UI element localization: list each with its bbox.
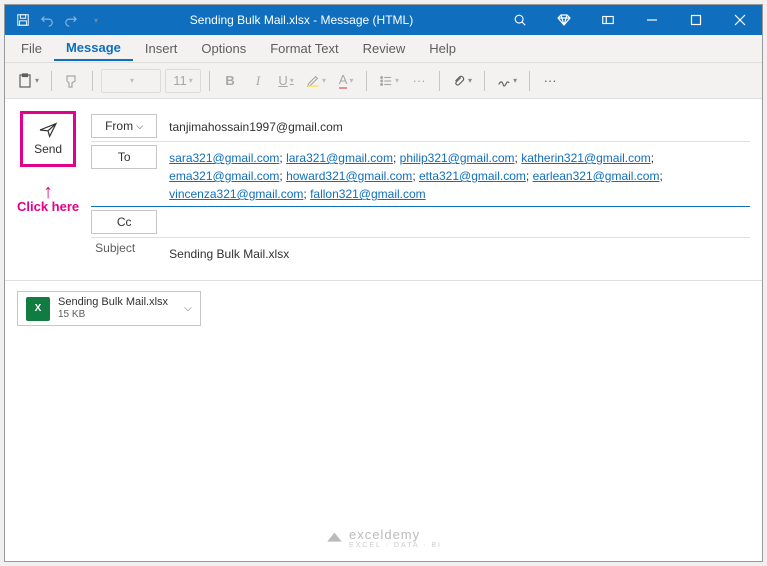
font-size-dropdown[interactable]: 11 <box>165 69 201 93</box>
annotation-click-here: Click here <box>17 185 79 214</box>
watermark: exceldemy EXCEL · DATA · BI <box>325 527 442 549</box>
ribbon-mode-icon[interactable] <box>586 5 630 35</box>
excel-file-icon: X <box>26 297 50 321</box>
save-icon[interactable] <box>13 10 33 30</box>
recipient-link[interactable]: howard321@gmail.com <box>286 169 412 183</box>
qat-dropdown-icon[interactable] <box>85 10 105 30</box>
underline-button[interactable]: U <box>274 69 298 93</box>
recipient-link[interactable]: sara321@gmail.com <box>169 151 279 165</box>
bold-button[interactable]: B <box>218 69 242 93</box>
send-button[interactable]: Send <box>20 111 76 167</box>
italic-button[interactable]: I <box>246 69 270 93</box>
search-icon[interactable] <box>498 5 542 35</box>
toolbar-ellipsis-2[interactable]: ··· <box>538 69 562 93</box>
recipient-link[interactable]: ema321@gmail.com <box>169 169 279 183</box>
from-value: tanjimahossain1997@gmail.com <box>169 114 750 136</box>
close-icon[interactable] <box>718 5 762 35</box>
tab-file[interactable]: File <box>9 37 54 60</box>
chevron-down-icon[interactable]: ⌵ <box>184 303 192 314</box>
cc-field[interactable] <box>169 210 750 214</box>
compose-header: Send Click here From ⌵ tanjimahossain199… <box>5 99 762 281</box>
tab-message[interactable]: Message <box>54 36 133 61</box>
title-bar: Sending Bulk Mail.xlsx - Message (HTML) <box>5 5 762 35</box>
attachment-bar: X Sending Bulk Mail.xlsx 15 KB ⌵ <box>5 281 762 336</box>
subject-field[interactable]: Sending Bulk Mail.xlsx <box>169 241 750 263</box>
highlight-button[interactable] <box>302 69 330 93</box>
recipient-link[interactable]: katherin321@gmail.com <box>521 151 651 165</box>
tab-help[interactable]: Help <box>417 37 468 60</box>
recipient-link[interactable]: vincenza321@gmail.com <box>169 187 303 201</box>
window-title: Sending Bulk Mail.xlsx - Message (HTML) <box>105 13 498 27</box>
attach-button[interactable] <box>448 69 476 93</box>
tab-review[interactable]: Review <box>351 37 418 60</box>
undo-icon[interactable] <box>37 10 57 30</box>
format-painter-button[interactable] <box>60 69 84 93</box>
attachment-name: Sending Bulk Mail.xlsx <box>58 296 168 309</box>
maximize-icon[interactable] <box>674 5 718 35</box>
redo-icon[interactable] <box>61 10 81 30</box>
recipient-link[interactable]: earlean321@gmail.com <box>533 169 660 183</box>
font-family-dropdown[interactable] <box>101 69 161 93</box>
font-color-button[interactable]: A <box>334 69 358 93</box>
ribbon-toolbar: 11 B I U A ··· ··· <box>5 63 762 99</box>
toolbar-ellipsis-1[interactable]: ··· <box>407 69 431 93</box>
tab-format-text[interactable]: Format Text <box>258 37 350 60</box>
recipient-link[interactable]: philip321@gmail.com <box>400 151 515 165</box>
to-row: To sara321@gmail.com; lara321@gmail.com;… <box>91 142 750 207</box>
paste-button[interactable] <box>13 69 43 93</box>
to-button[interactable]: To <box>91 145 157 169</box>
cc-button[interactable]: Cc <box>91 210 157 234</box>
attachment-chip[interactable]: X Sending Bulk Mail.xlsx 15 KB ⌵ <box>17 291 201 326</box>
ribbon-tabs: File Message Insert Options Format Text … <box>5 35 762 63</box>
to-field[interactable]: sara321@gmail.com; lara321@gmail.com; ph… <box>169 145 750 203</box>
attachment-size: 15 KB <box>58 309 168 321</box>
signature-button[interactable] <box>493 69 521 93</box>
send-icon <box>38 122 58 138</box>
from-row: From ⌵ tanjimahossain1997@gmail.com <box>91 111 750 142</box>
subject-row: Subject Sending Bulk Mail.xlsx <box>91 238 750 268</box>
logo-icon <box>325 529 343 547</box>
recipient-link[interactable]: fallon321@gmail.com <box>310 187 426 201</box>
tab-options[interactable]: Options <box>189 37 258 60</box>
recipient-link[interactable]: etta321@gmail.com <box>419 169 526 183</box>
bullets-button[interactable] <box>375 69 403 93</box>
subject-label: Subject <box>91 241 157 255</box>
minimize-icon[interactable] <box>630 5 674 35</box>
outlook-message-window: Sending Bulk Mail.xlsx - Message (HTML) … <box>4 4 763 562</box>
premium-icon[interactable] <box>542 5 586 35</box>
tab-insert[interactable]: Insert <box>133 37 190 60</box>
recipient-link[interactable]: lara321@gmail.com <box>286 151 393 165</box>
cc-row: Cc <box>91 207 750 238</box>
send-label: Send <box>34 142 62 156</box>
from-button[interactable]: From ⌵ <box>91 114 157 138</box>
